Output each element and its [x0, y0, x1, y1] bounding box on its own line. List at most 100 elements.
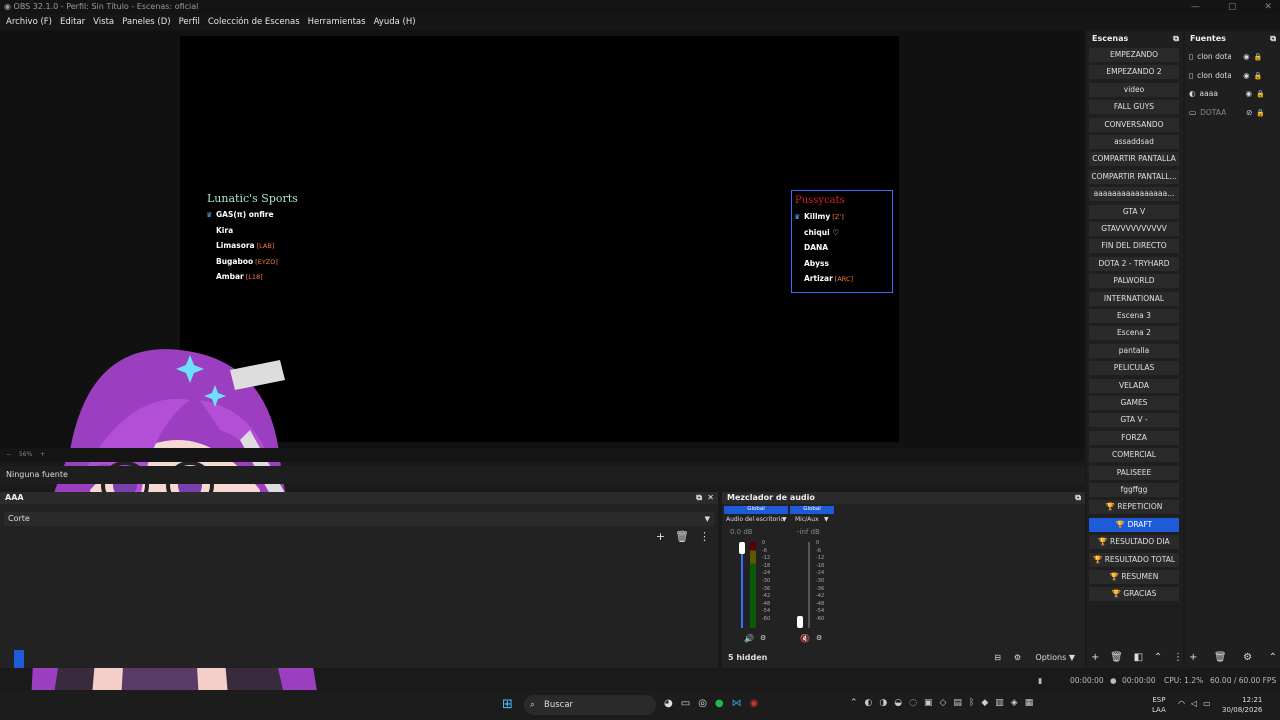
scene-item[interactable]: Escena 2 — [1089, 326, 1179, 341]
menu-vista[interactable]: Vista — [89, 14, 118, 30]
source-item[interactable]: ◐ aaaa ◉ 🔒 — [1189, 86, 1277, 102]
channel-name[interactable]: Audio del escritorio — [726, 516, 784, 523]
scene-item[interactable]: INTERNATIONAL — [1089, 291, 1179, 306]
volume-slider-track[interactable] — [741, 542, 743, 628]
add-source-icon[interactable]: + — [1189, 652, 1197, 663]
scene-item[interactable]: EMPEZANDO — [1089, 48, 1179, 62]
volume-slider-handle[interactable] — [739, 542, 745, 554]
dock-close-icon[interactable]: ✕ — [707, 492, 714, 504]
transition-select[interactable]: Corte ▼ — [4, 512, 714, 526]
lock-icon[interactable]: 🔒 — [1256, 86, 1265, 102]
tray-icon-3[interactable]: ◒ — [894, 698, 902, 708]
scene-item[interactable]: VELADA — [1089, 378, 1179, 393]
scene-item[interactable]: PALISEEE — [1089, 465, 1179, 480]
zoom-in-icon[interactable]: + — [40, 451, 45, 458]
source-item[interactable]: ▯clon dota 2 ◉🔒 — [1189, 68, 1277, 84]
source-item[interactable]: ▯clon dota 2 ◉🔒 — [1189, 49, 1277, 65]
channel-settings-icon[interactable]: ⚙ — [760, 634, 766, 642]
tray-icon-2[interactable]: ◑ — [879, 698, 887, 708]
system-icons[interactable]: ◠ ◁ ▭ — [1178, 699, 1211, 708]
menu-perfil[interactable]: Perfil — [175, 14, 204, 30]
add-transition-icon[interactable]: + — [656, 530, 665, 543]
add-scene-icon[interactable]: + — [1091, 652, 1099, 663]
trash-icon[interactable]: 🗑 — [675, 530, 689, 543]
dock-float-icon[interactable]: ⧉ — [1173, 32, 1179, 45]
menu-editar[interactable]: Editar — [56, 14, 89, 30]
scene-item[interactable]: PELICULAS — [1089, 361, 1179, 376]
scene-item[interactable]: pantalla — [1089, 343, 1179, 358]
close-button[interactable]: ✕ — [1264, 0, 1272, 14]
chevron-up-icon[interactable]: ⌃ — [850, 698, 858, 708]
speaker-icon[interactable]: 🔊 — [744, 634, 754, 643]
filter-icon[interactable]: ◧ — [1134, 652, 1143, 663]
channel-name[interactable]: Mic/Aux — [795, 516, 819, 523]
scene-item[interactable]: 🏆 REPETICION — [1089, 500, 1179, 515]
eye-hidden-icon[interactable]: ⊘ — [1246, 105, 1252, 121]
scene-item[interactable]: GTA V - — [1089, 413, 1179, 428]
tray-icon-8[interactable]: ▥ — [995, 698, 1004, 708]
scene-item[interactable]: COMPARTIR PANTALLA — [1089, 152, 1179, 167]
taskbar-search[interactable]: ⌕ Buscar — [524, 695, 656, 715]
scene-item[interactable]: video — [1089, 82, 1179, 97]
chrome-icon[interactable]: ◕ — [664, 698, 673, 709]
lock-icon[interactable]: 🔒 — [1256, 105, 1265, 121]
more-icon[interactable]: ⋮ — [699, 530, 710, 543]
scene-item[interactable]: GTAVVVVVVVVVV — [1089, 222, 1179, 236]
menu-paneles[interactable]: Paneles (D) — [118, 14, 174, 30]
tray-icon-7[interactable]: ◆ — [981, 698, 988, 708]
scene-item[interactable]: GTA V — [1089, 204, 1179, 219]
scene-item[interactable]: 🏆 GRACIAS — [1089, 587, 1179, 602]
scene-item[interactable]: CONVERSANDO — [1089, 117, 1179, 132]
tray-icon-9[interactable]: ◈ — [1011, 698, 1018, 708]
scene-item[interactable]: Escena 3 — [1089, 309, 1179, 323]
dock-float-icon[interactable]: ⧉ — [696, 492, 702, 504]
spotify-icon[interactable]: ● — [715, 698, 724, 709]
chevron-up-icon[interactable]: ⌃ — [1154, 652, 1162, 663]
mixer-settings-icon[interactable]: ⚙ — [1014, 650, 1021, 666]
more-icon[interactable]: ⋮ — [1173, 652, 1183, 663]
gear-icon[interactable]: ⚙ — [1243, 652, 1252, 663]
scene-item[interactable]: aaaaaaaaaaaaaaaa... — [1089, 187, 1179, 202]
clock[interactable]: 12:21 30/08/2026 — [1222, 695, 1262, 715]
menu-herramientas[interactable]: Herramientas — [304, 14, 370, 30]
lock-icon[interactable]: 🔒 — [1254, 49, 1263, 65]
minimize-button[interactable]: — — [1191, 0, 1200, 14]
trash-icon[interactable]: 🗑 — [1214, 652, 1227, 663]
scene-item[interactable]: PALWORLD — [1089, 274, 1179, 289]
eye-icon[interactable]: ◉ — [1243, 49, 1250, 65]
trash-icon[interactable]: 🗑 — [1110, 652, 1123, 663]
tray-icon-1[interactable]: ◐ — [865, 698, 873, 708]
explorer-icon[interactable]: ▭ — [681, 698, 690, 709]
scene-item[interactable]: 🏆 RESULTADO DIA — [1089, 535, 1179, 550]
collapse-icon[interactable]: ⊟ — [994, 650, 1001, 666]
dock-float-icon[interactable]: ⧉ — [1270, 32, 1276, 45]
eye-icon[interactable]: ◉ — [1243, 68, 1250, 84]
lock-icon[interactable]: 🔒 — [1254, 68, 1263, 84]
tray-icon-5[interactable]: ◇ — [940, 698, 947, 708]
options-button[interactable]: Options ▼ — [1035, 650, 1075, 666]
menu-coleccion-escenas[interactable]: Colección de Escenas — [204, 14, 304, 30]
eye-icon[interactable]: ◉ — [1246, 86, 1253, 102]
tray-icon-6[interactable]: ▤ — [953, 698, 962, 708]
scene-item[interactable]: 🏆 RESUMEN — [1089, 570, 1179, 584]
scene-item[interactable]: DOTA 2 - TRYHARD — [1089, 256, 1179, 271]
language-indicator[interactable]: ESP LAA — [1152, 695, 1166, 715]
scene-item[interactable]: FORZA — [1089, 430, 1179, 445]
bluetooth-icon[interactable]: ᛒ — [969, 698, 974, 708]
zoom-out-icon[interactable]: − — [6, 451, 11, 458]
scene-item[interactable]: 🏆 DRAFT — [1089, 517, 1179, 532]
scene-item[interactable]: EMPEZANDO 2 — [1089, 65, 1179, 80]
scene-item[interactable]: assaddsad — [1089, 135, 1179, 149]
whatsapp-icon[interactable]: ◌ — [909, 698, 917, 708]
scene-item[interactable]: FIN DEL DIRECTO — [1089, 239, 1179, 254]
chevron-down-icon[interactable]: ▼ — [782, 516, 787, 523]
scene-item[interactable]: COMPARTIR PANTALL... — [1089, 169, 1179, 184]
tray-icon-4[interactable]: ▣ — [924, 698, 933, 708]
menu-ayuda[interactable]: Ayuda (H) — [370, 14, 420, 30]
channel-settings-icon[interactable]: ⚙ — [816, 634, 822, 642]
maximize-button[interactable]: ▢ — [1228, 0, 1237, 14]
chevron-down-icon[interactable]: ▼ — [824, 516, 829, 523]
scene-item[interactable]: 🏆 RESULTADO TOTAL — [1089, 552, 1179, 567]
obs-app-icon[interactable]: ◉ — [750, 698, 759, 709]
dock-float-icon[interactable]: ⧉ — [1075, 492, 1081, 504]
